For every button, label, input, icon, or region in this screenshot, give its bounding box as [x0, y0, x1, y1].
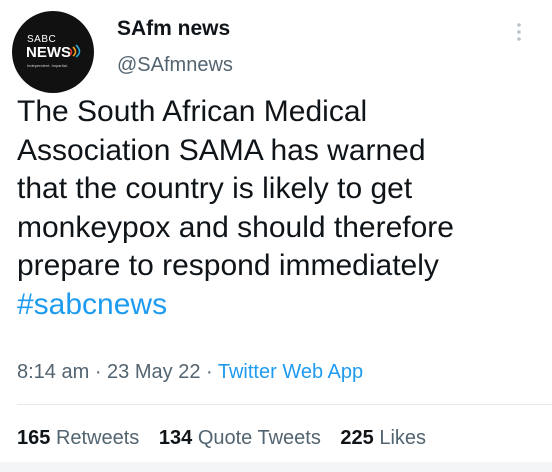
logo-news-text: NEWS: [26, 44, 71, 61]
quote-tweets-count: 134: [158, 427, 193, 449]
author-handle[interactable]: @SAfmnews: [117, 54, 233, 77]
tweet-source-link[interactable]: Twitter Web App: [218, 361, 363, 383]
likes-stat[interactable]: 225 Likes: [340, 427, 426, 449]
tweet-time[interactable]: 8:14 am: [17, 361, 89, 383]
tweet-stats: 165 Retweets 134 Quote Tweets 225 Likes: [17, 427, 440, 450]
bottom-strip: [0, 462, 552, 472]
more-vertical-icon[interactable]: [512, 20, 526, 44]
quote-tweets-stat[interactable]: 134 Quote Tweets: [159, 427, 321, 449]
author-name[interactable]: SAfm news: [117, 17, 230, 41]
sabc-news-logo-icon: SABC NEWS Independent. Impartial.: [23, 32, 83, 72]
logo-tagline: Independent. Impartial.: [27, 63, 68, 68]
tweet-text: The South African Medical Association SA…: [17, 93, 542, 324]
tweet-line: Association SAMA has warned: [17, 133, 426, 167]
hashtag-link[interactable]: #sabcnews: [17, 286, 542, 325]
tweet-card: SABC NEWS Independent. Impartial. SAfm n…: [0, 0, 552, 472]
likes-label: Likes: [379, 427, 427, 449]
tweet-date[interactable]: 23 May 22: [107, 361, 200, 383]
tweet-line: The South African Medical: [17, 95, 368, 128]
quote-tweets-label: Quote Tweets: [197, 427, 321, 449]
retweets-label: Retweets: [55, 427, 140, 449]
avatar[interactable]: SABC NEWS Independent. Impartial.: [12, 11, 94, 93]
broadcast-arcs-icon: [69, 44, 81, 58]
tweet-line: that the country is likely to get: [17, 172, 413, 205]
tweet-line: monkeypox and should therefore: [17, 210, 454, 244]
meta-separator: ·: [200, 361, 218, 383]
likes-count: 225: [340, 427, 374, 449]
retweets-stat[interactable]: 165 Retweets: [17, 427, 139, 449]
divider: [17, 404, 552, 405]
tweet-line: prepare to respond immediately: [17, 249, 439, 282]
tweet-meta: 8:14 am · 23 May 22 · Twitter Web App: [17, 361, 363, 384]
meta-separator: ·: [89, 361, 108, 383]
retweets-count: 165: [17, 427, 51, 449]
